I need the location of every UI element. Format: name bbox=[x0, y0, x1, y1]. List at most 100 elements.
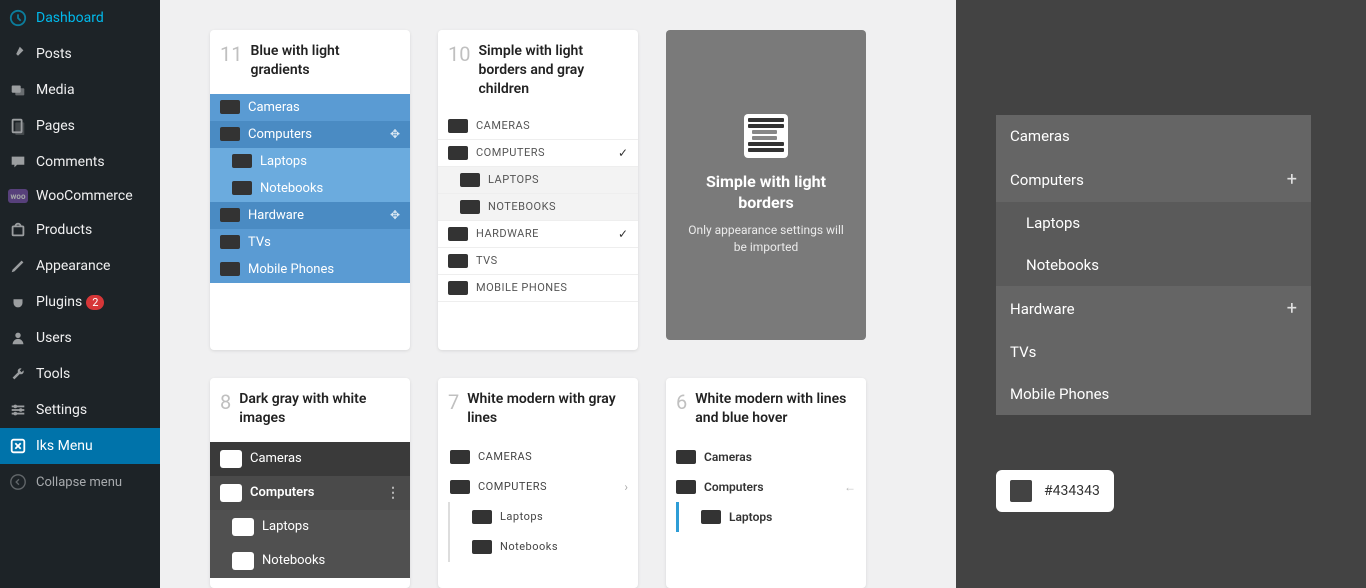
skin-card-8[interactable]: 8 Dark gray with white images Cameras Co… bbox=[210, 378, 410, 588]
products-icon bbox=[8, 220, 28, 240]
sidebar-item-iks-menu[interactable]: Iks Menu bbox=[0, 428, 160, 464]
wp-admin-sidebar: Dashboard Posts Media Pages Comments woo… bbox=[0, 0, 160, 588]
sidebar-item-label: Pages bbox=[36, 118, 75, 134]
pin-icon bbox=[8, 44, 28, 64]
plus-icon: + bbox=[1287, 298, 1297, 319]
sidebar-item-label: Iks Menu bbox=[36, 438, 93, 454]
sidebar-item-pages[interactable]: Pages bbox=[0, 108, 160, 144]
thumb-icon bbox=[676, 480, 696, 494]
sidebar-item-label: WooCommerce bbox=[36, 188, 133, 204]
menu-row: Laptops bbox=[210, 510, 410, 544]
color-swatch bbox=[1010, 480, 1032, 502]
thumb-icon bbox=[220, 127, 240, 141]
pages-icon bbox=[8, 116, 28, 136]
color-picker[interactable]: #434343 bbox=[996, 470, 1114, 512]
menu-row: COMPUTERS› bbox=[438, 472, 638, 502]
woo-icon: woo bbox=[8, 189, 28, 203]
plugins-icon bbox=[8, 292, 28, 312]
card-title: Blue with light gradients bbox=[250, 42, 400, 80]
dots-icon: ⋮ bbox=[386, 485, 400, 501]
sidebar-item-comments[interactable]: Comments bbox=[0, 144, 160, 180]
sidebar-collapse[interactable]: Collapse menu bbox=[0, 464, 160, 500]
preview-item-notebooks[interactable]: Notebooks bbox=[996, 244, 1311, 286]
sidebar-item-tools[interactable]: Tools bbox=[0, 356, 160, 392]
thumb-icon bbox=[220, 450, 242, 468]
menu-row: Cameras bbox=[210, 442, 410, 476]
menu-row: Computers← bbox=[666, 472, 866, 502]
sidebar-item-posts[interactable]: Posts bbox=[0, 36, 160, 72]
preview-menu: Cameras Computers+ Laptops Notebooks Har… bbox=[996, 115, 1311, 415]
skin-card-7[interactable]: 7 White modern with gray lines CAMERAS C… bbox=[438, 378, 638, 588]
skin-card-10[interactable]: 10 Simple with light borders and gray ch… bbox=[438, 30, 638, 350]
menu-row: CAMERAS bbox=[438, 442, 638, 472]
menu-row: Laptops bbox=[210, 148, 410, 175]
menu-row: Notebooks bbox=[448, 532, 638, 562]
preview-panel: Cameras Computers+ Laptops Notebooks Har… bbox=[956, 0, 1366, 588]
sidebar-item-label: Settings bbox=[36, 402, 87, 418]
sidebar-item-label: Plugins bbox=[36, 294, 82, 310]
menu-row: Mobile Phones bbox=[210, 256, 410, 283]
menu-row: LAPTOPS bbox=[438, 167, 638, 194]
media-icon bbox=[8, 80, 28, 100]
main-content: 11 Blue with light gradients Cameras Com… bbox=[160, 0, 956, 588]
thumb-icon bbox=[701, 510, 721, 524]
menu-row: Computers⋮ bbox=[210, 476, 410, 510]
card-number: 11 bbox=[220, 42, 242, 66]
thumb-icon bbox=[448, 227, 468, 241]
sidebar-item-plugins[interactable]: Plugins 2 bbox=[0, 284, 160, 320]
thumb-icon bbox=[448, 254, 468, 268]
skin-card-overlay[interactable]: Simple with light borders Only appearanc… bbox=[666, 30, 866, 340]
skin-card-6[interactable]: 6 White modern with lines and blue hover… bbox=[666, 378, 866, 588]
preview-item-tvs[interactable]: TVs bbox=[996, 331, 1311, 373]
sidebar-item-products[interactable]: Products bbox=[0, 212, 160, 248]
mini-preview bbox=[744, 114, 788, 158]
sidebar-item-media[interactable]: Media bbox=[0, 72, 160, 108]
menu-row: MOBILE PHONES bbox=[438, 275, 638, 302]
thumb-icon bbox=[232, 181, 252, 195]
sidebar-item-dashboard[interactable]: Dashboard bbox=[0, 0, 160, 36]
dashboard-icon bbox=[8, 8, 28, 28]
thumb-icon bbox=[220, 484, 242, 502]
thumb-icon bbox=[232, 154, 252, 168]
menu-row: Cameras bbox=[210, 94, 410, 121]
sidebar-item-users[interactable]: Users bbox=[0, 320, 160, 356]
tools-icon bbox=[8, 364, 28, 384]
preview-item-laptops[interactable]: Laptops bbox=[996, 202, 1311, 244]
thumb-icon bbox=[448, 146, 468, 160]
thumb-icon bbox=[450, 480, 470, 494]
card-number: 10 bbox=[448, 42, 470, 66]
menu-row: Laptops bbox=[676, 502, 866, 532]
arrow-left-icon: ← bbox=[844, 480, 856, 494]
sidebar-item-appearance[interactable]: Appearance bbox=[0, 248, 160, 284]
card-number: 6 bbox=[676, 390, 687, 414]
preview-item-mobile[interactable]: Mobile Phones bbox=[996, 373, 1311, 415]
plus-icon: + bbox=[1287, 169, 1297, 190]
menu-row: HARDWARE✓ bbox=[438, 221, 638, 248]
thumb-icon bbox=[232, 552, 254, 570]
thumb-icon bbox=[472, 540, 492, 554]
menu-row: COMPUTERS✓ bbox=[438, 140, 638, 167]
thumb-icon bbox=[220, 262, 240, 276]
card-title: White modern with gray lines bbox=[467, 390, 628, 428]
menu-row: TVs bbox=[210, 229, 410, 256]
sidebar-item-label: Tools bbox=[36, 366, 70, 382]
sidebar-item-label: Products bbox=[36, 222, 92, 238]
menu-row: NOTEBOOKS bbox=[438, 194, 638, 221]
users-icon bbox=[8, 328, 28, 348]
sidebar-item-label: Users bbox=[36, 330, 72, 346]
thumb-icon bbox=[450, 450, 470, 464]
thumb-icon bbox=[448, 119, 468, 133]
preview-item-cameras[interactable]: Cameras bbox=[996, 115, 1311, 157]
thumb-icon bbox=[448, 281, 468, 295]
preview-item-computers[interactable]: Computers+ bbox=[996, 157, 1311, 202]
overlay-title: Simple with light borders bbox=[686, 172, 846, 214]
check-icon: ✓ bbox=[618, 146, 628, 160]
skin-card-11[interactable]: 11 Blue with light gradients Cameras Com… bbox=[210, 30, 410, 350]
collapse-icon bbox=[8, 472, 28, 492]
thumb-icon bbox=[676, 450, 696, 464]
preview-item-hardware[interactable]: Hardware+ bbox=[996, 286, 1311, 331]
sidebar-item-settings[interactable]: Settings bbox=[0, 392, 160, 428]
thumb-icon bbox=[220, 208, 240, 222]
sidebar-item-woocommerce[interactable]: woo WooCommerce bbox=[0, 180, 160, 212]
sidebar-item-label: Media bbox=[36, 82, 75, 98]
